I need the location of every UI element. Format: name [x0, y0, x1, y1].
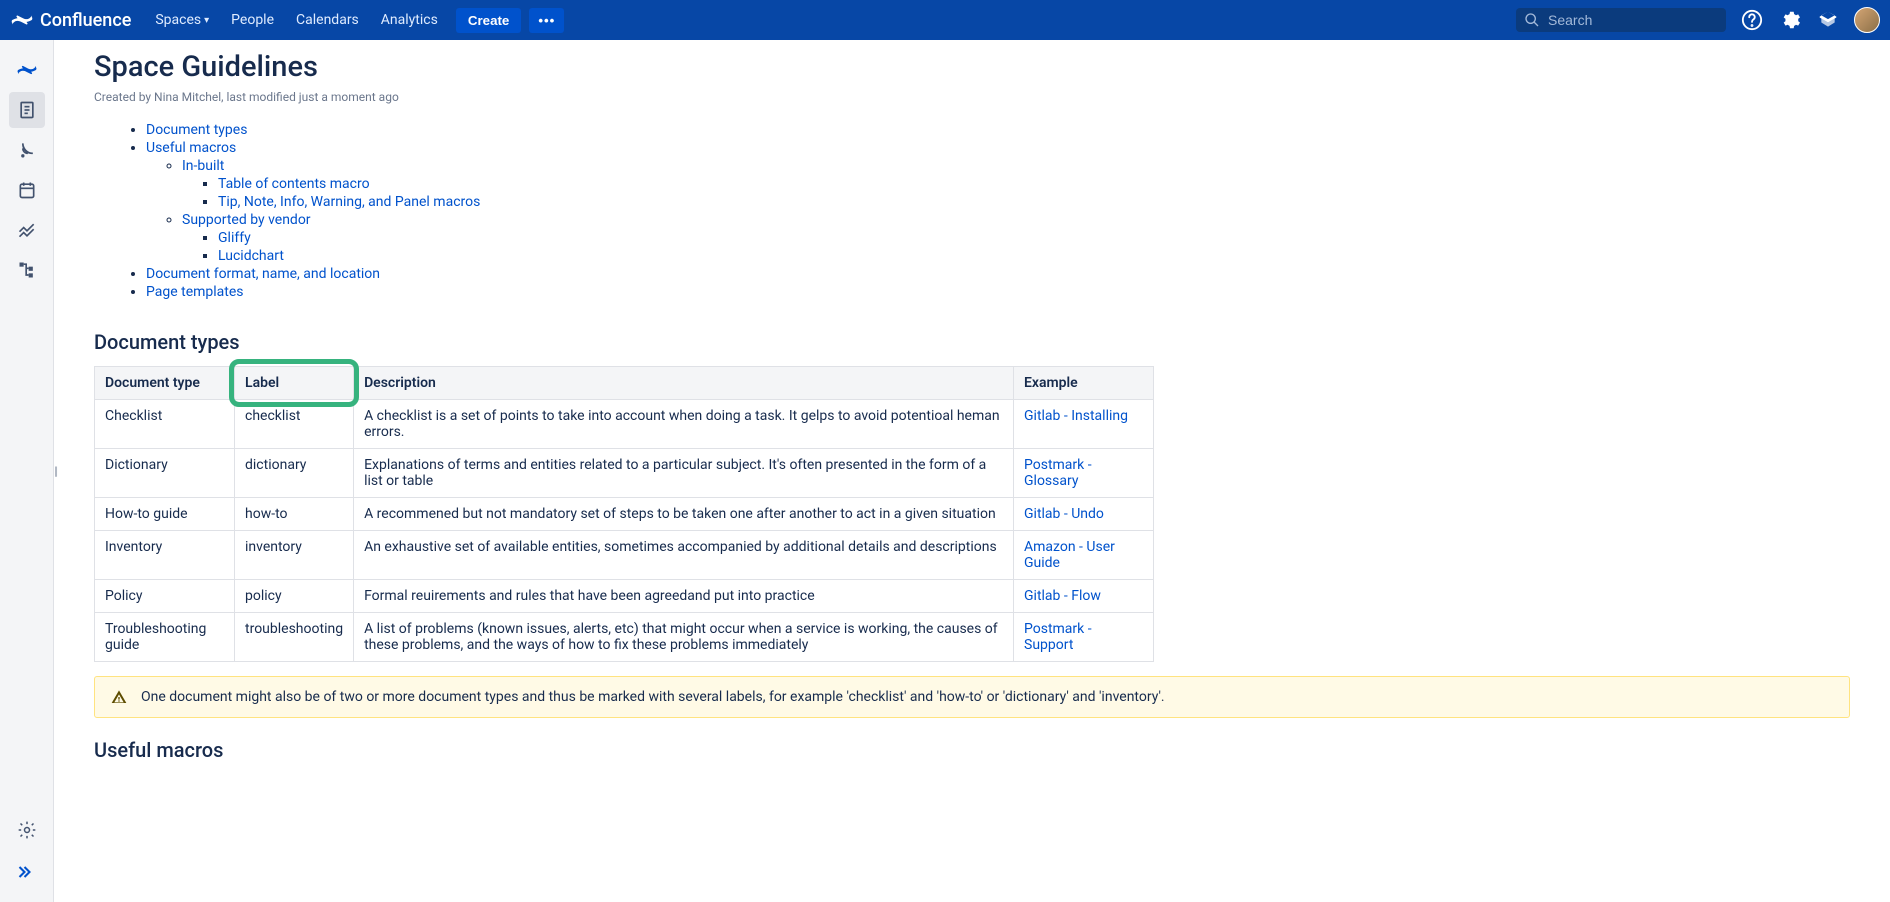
page-title: Space Guidelines: [94, 50, 1850, 84]
document-types-table: Document type Label Description Example …: [94, 366, 1154, 662]
cell-example: Amazon - User Guide: [1014, 531, 1154, 580]
nav-people[interactable]: People: [221, 6, 284, 34]
example-link[interactable]: Postmark - Glossary: [1024, 457, 1092, 489]
confluence-logo-icon: [10, 8, 34, 32]
nav-spaces[interactable]: Spaces▾: [145, 6, 219, 34]
rail-pages-icon[interactable]: [9, 92, 45, 128]
table-of-contents: Document types Useful macros In-built Ta…: [126, 122, 1850, 300]
warning-icon: [111, 689, 127, 705]
rail-calendar-icon[interactable]: [9, 172, 45, 208]
example-link[interactable]: Amazon - User Guide: [1024, 539, 1115, 571]
cell-type: How-to guide: [95, 498, 235, 531]
help-icon[interactable]: [1740, 8, 1764, 32]
nav-analytics[interactable]: Analytics: [371, 6, 448, 34]
notification-icon[interactable]: [1816, 8, 1840, 32]
example-link[interactable]: Gitlab - Flow: [1024, 588, 1101, 604]
toc-link[interactable]: Page templates: [146, 284, 244, 300]
table-row: ChecklistchecklistA checklist is a set o…: [95, 400, 1154, 449]
table-row: DictionarydictionaryExplanations of term…: [95, 449, 1154, 498]
search-box[interactable]: [1516, 8, 1726, 32]
rail-space-logo[interactable]: [9, 52, 45, 88]
cell-label: dictionary: [235, 449, 354, 498]
cell-desc: A recommened but not mandatory set of st…: [354, 498, 1014, 531]
cell-desc: A checklist is a set of points to take i…: [354, 400, 1014, 449]
cell-label: checklist: [235, 400, 354, 449]
toc-link[interactable]: In-built: [182, 158, 224, 174]
cell-example: Gitlab - Flow: [1014, 580, 1154, 613]
create-button[interactable]: Create: [456, 8, 522, 33]
left-rail: ||: [0, 40, 54, 902]
rail-blog-icon[interactable]: [9, 132, 45, 168]
section-document-types: Document types: [94, 330, 1850, 354]
toc-link[interactable]: Supported by vendor: [182, 212, 311, 228]
avatar[interactable]: [1854, 7, 1880, 33]
rail-analytics-icon[interactable]: [9, 212, 45, 248]
product-name: Confluence: [40, 10, 131, 31]
gear-icon[interactable]: [1778, 8, 1802, 32]
example-link[interactable]: Gitlab - Undo: [1024, 506, 1104, 522]
cell-desc: Explanations of terms and entities relat…: [354, 449, 1014, 498]
section-useful-macros: Useful macros: [94, 738, 1850, 762]
cell-example: Postmark - Support: [1014, 613, 1154, 662]
th-document-type: Document type: [95, 367, 235, 400]
cell-example: Gitlab - Undo: [1014, 498, 1154, 531]
rail-resize-handle[interactable]: ||: [54, 464, 56, 478]
cell-type: Dictionary: [95, 449, 235, 498]
search-icon: [1524, 12, 1540, 28]
cell-label: inventory: [235, 531, 354, 580]
layout: || Space Guidelines Created by Nina Mitc…: [0, 40, 1890, 902]
nav-calendars[interactable]: Calendars: [286, 6, 369, 34]
cell-desc: Formal reuirements and rules that have b…: [354, 580, 1014, 613]
cell-type: Policy: [95, 580, 235, 613]
note-text: One document might also be of two or mor…: [141, 689, 1165, 705]
search-input[interactable]: [1548, 12, 1718, 28]
page-content: Space Guidelines Created by Nina Mitchel…: [54, 40, 1890, 902]
cell-label: how-to: [235, 498, 354, 531]
toc-link[interactable]: Document format, name, and location: [146, 266, 380, 282]
table-row: InventoryinventoryAn exhaustive set of a…: [95, 531, 1154, 580]
cell-type: Troubleshooting guide: [95, 613, 235, 662]
toc-link[interactable]: Useful macros: [146, 140, 236, 156]
cell-label: troubleshooting: [235, 613, 354, 662]
table-row: PolicypolicyFormal reuirements and rules…: [95, 580, 1154, 613]
cell-type: Checklist: [95, 400, 235, 449]
rail-settings-icon[interactable]: [9, 812, 45, 848]
rail-tree-icon[interactable]: [9, 252, 45, 288]
rail-expand-icon[interactable]: [9, 854, 45, 890]
toc-link[interactable]: Lucidchart: [218, 248, 284, 264]
toc-link[interactable]: Document types: [146, 122, 247, 138]
th-label: Label: [235, 367, 354, 400]
th-description: Description: [354, 367, 1014, 400]
toc-link[interactable]: Table of contents macro: [218, 176, 370, 192]
cell-desc: An exhaustive set of available entities,…: [354, 531, 1014, 580]
nav-links: Spaces▾ People Calendars Analytics Creat…: [145, 6, 564, 34]
page-byline: Created by Nina Mitchel, last modified j…: [94, 90, 1850, 104]
th-example: Example: [1014, 367, 1154, 400]
cell-label: policy: [235, 580, 354, 613]
table-row: How-to guidehow-toA recommened but not m…: [95, 498, 1154, 531]
cell-desc: A list of problems (known issues, alerts…: [354, 613, 1014, 662]
toc-link[interactable]: Tip, Note, Info, Warning, and Panel macr…: [218, 194, 480, 210]
top-nav: Confluence Spaces▾ People Calendars Anal…: [0, 0, 1890, 40]
table-row: Troubleshooting guidetroubleshootingA li…: [95, 613, 1154, 662]
nav-right: [1516, 7, 1880, 33]
note-panel: One document might also be of two or mor…: [94, 676, 1850, 718]
cell-type: Inventory: [95, 531, 235, 580]
example-link[interactable]: Postmark - Support: [1024, 621, 1092, 653]
chevron-down-icon: ▾: [204, 15, 209, 26]
more-button[interactable]: •••: [529, 8, 564, 33]
toc-link[interactable]: Gliffy: [218, 230, 251, 246]
logo[interactable]: Confluence: [10, 8, 131, 32]
example-link[interactable]: Gitlab - Installing: [1024, 408, 1128, 424]
cell-example: Gitlab - Installing: [1014, 400, 1154, 449]
cell-example: Postmark - Glossary: [1014, 449, 1154, 498]
